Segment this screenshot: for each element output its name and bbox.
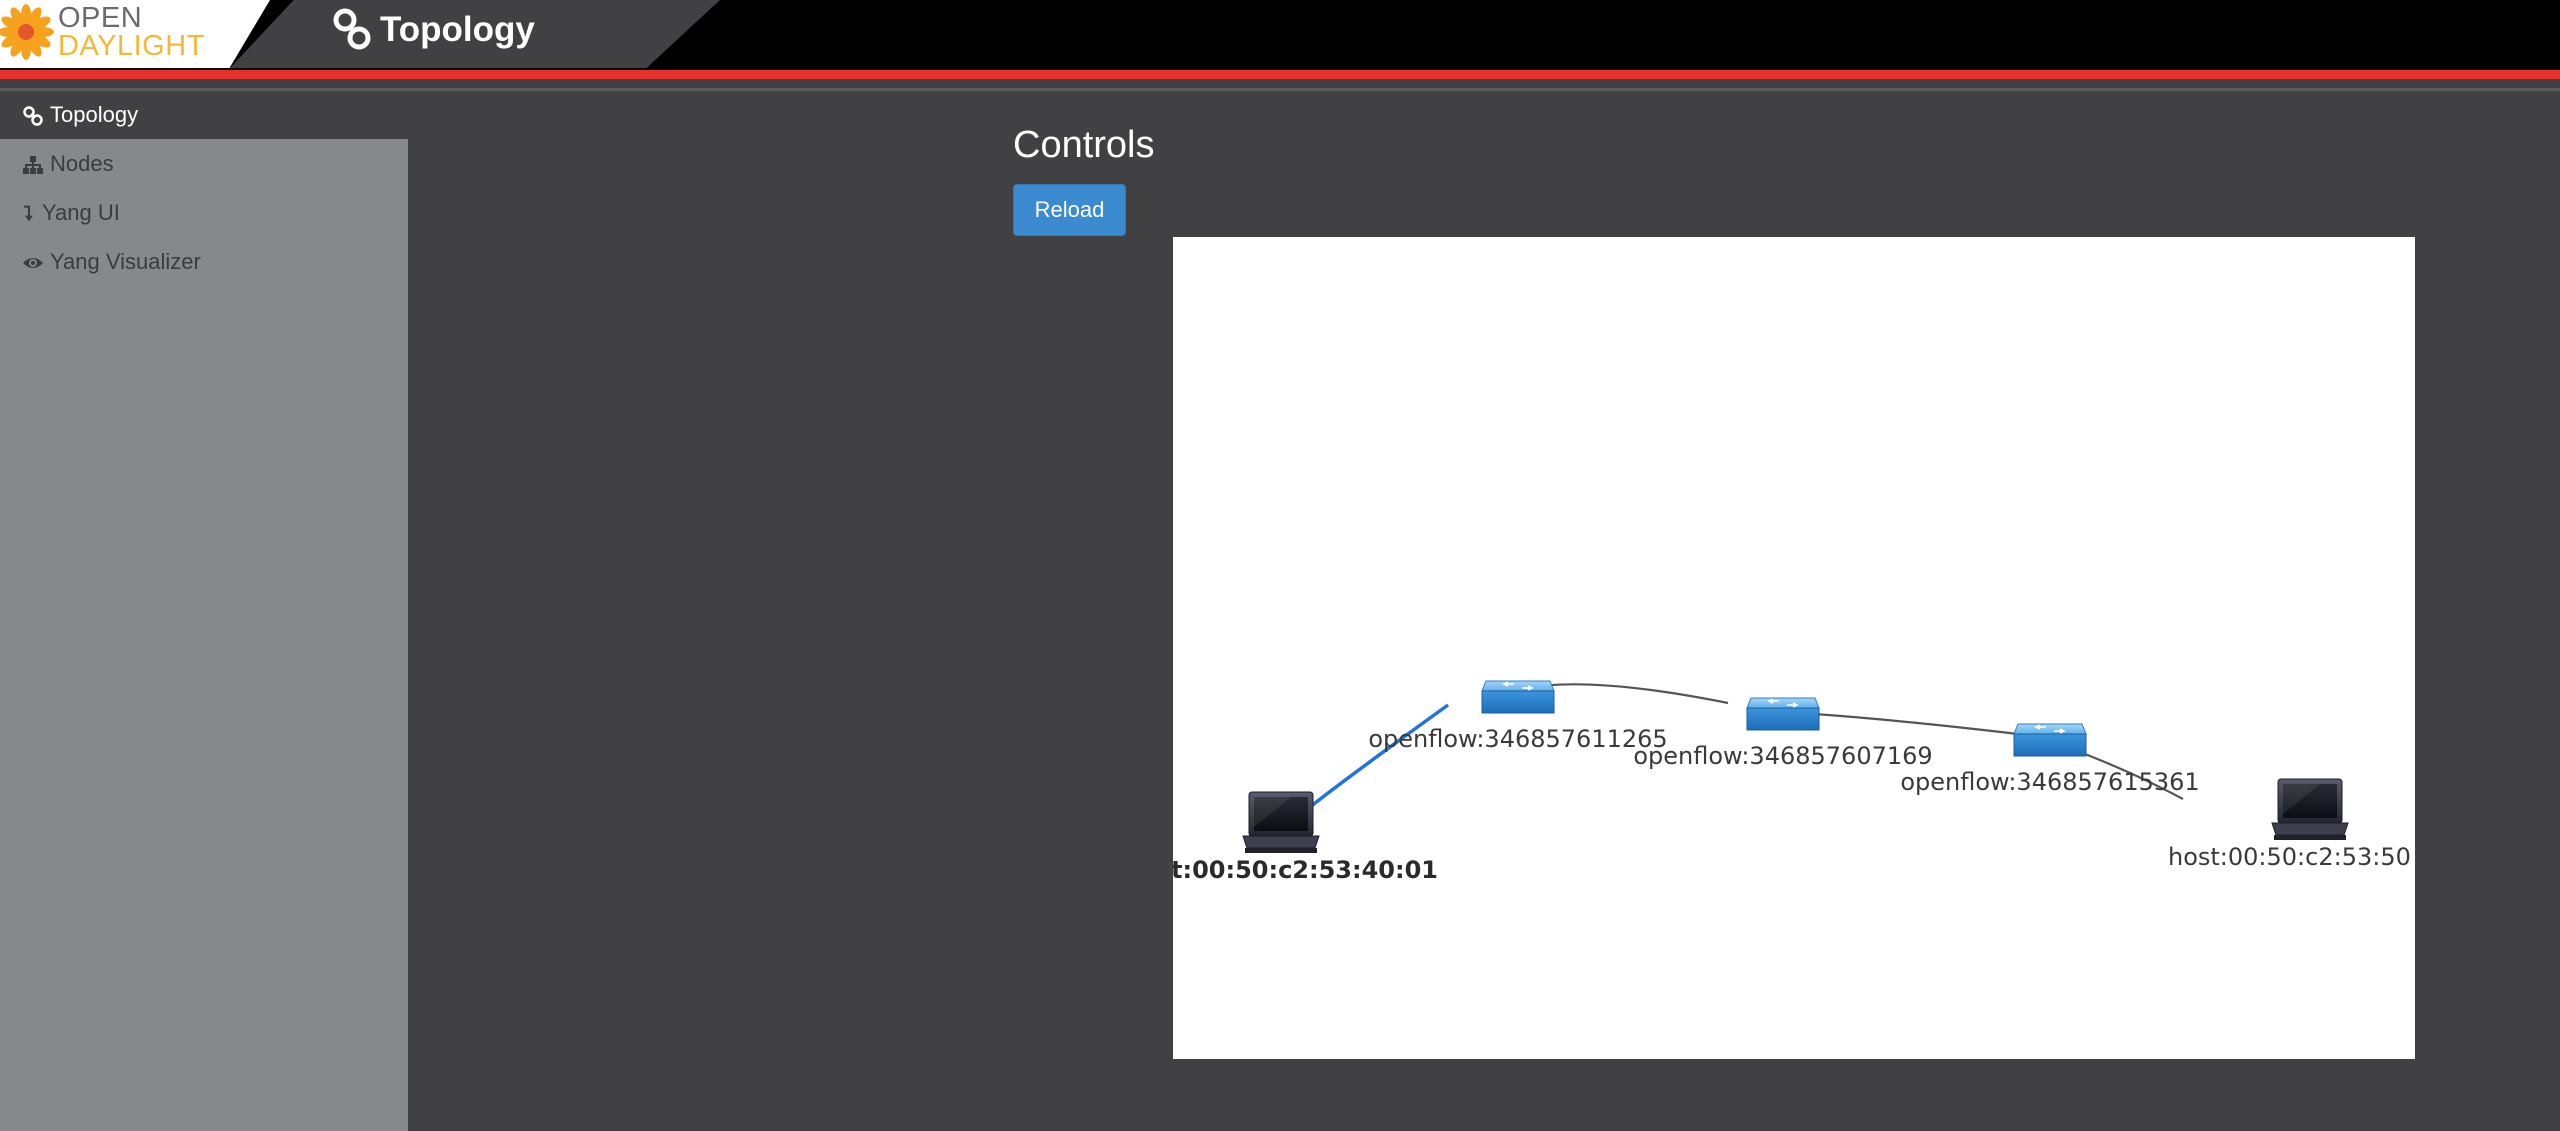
node-label: host:00:50:c2:53:50 <box>2168 843 2411 871</box>
host-node[interactable] <box>1242 791 1320 854</box>
switch-icon <box>2013 723 2087 757</box>
host-node[interactable] <box>2271 778 2349 841</box>
sidebar-item-label: Nodes <box>50 151 114 176</box>
link-icon <box>333 8 371 50</box>
sidebar-item-yang-ui[interactable]: Yang UI <box>0 189 408 237</box>
switch-node[interactable] <box>2013 723 2087 757</box>
node-label: t:00:50:c2:53:40:01 <box>1173 856 1438 884</box>
opendaylight-logo[interactable]: OPEN DAYLIGHT <box>0 0 270 68</box>
sidebar-item-label: Topology <box>50 102 139 127</box>
switch-node[interactable] <box>1746 697 1820 731</box>
page-title: Topology <box>380 10 535 49</box>
app-header: OPEN DAYLIGHT Topology <box>0 0 2560 70</box>
sitemap-icon <box>23 156 43 174</box>
reload-button[interactable]: Reload <box>1013 184 1126 236</box>
link-icon <box>23 106 43 126</box>
sidebar-item-nodes[interactable]: Nodes <box>0 140 408 188</box>
topology-graph[interactable]: openflow:346857611265 openflow:346857607… <box>1173 237 2415 1059</box>
flower-logo-icon <box>0 4 54 60</box>
sidebar: Topology Nodes Yang UI Yang Visualizer <box>0 91 408 1131</box>
logo-text-daylight: DAYLIGHT <box>58 30 205 62</box>
sidebar-item-topology[interactable]: Topology <box>0 91 408 139</box>
controls-heading: Controls <box>1013 124 1155 166</box>
laptop-icon <box>2271 778 2349 841</box>
sidebar-item-label: Yang Visualizer <box>50 249 201 274</box>
switch-icon <box>1746 697 1820 731</box>
node-label: openflow:346857615361 <box>1900 768 2199 796</box>
topology-canvas[interactable]: openflow:346857611265 openflow:346857607… <box>1173 237 2415 1059</box>
sidebar-item-label: Yang UI <box>42 200 120 225</box>
header-divider <box>0 79 2560 91</box>
sidebar-item-yang-visualizer[interactable]: Yang Visualizer <box>0 238 408 286</box>
eye-icon <box>23 258 43 268</box>
node-label: openflow:346857607169 <box>1633 742 1932 770</box>
node-label: openflow:346857611265 <box>1368 725 1667 753</box>
switch-icon <box>1481 680 1555 714</box>
arrow-down-icon <box>24 205 34 222</box>
laptop-icon <box>1242 791 1320 854</box>
switch-node[interactable] <box>1481 680 1555 714</box>
link-host-left-switch-1[interactable] <box>1308 703 1450 809</box>
header-accent-bar <box>0 70 2560 79</box>
